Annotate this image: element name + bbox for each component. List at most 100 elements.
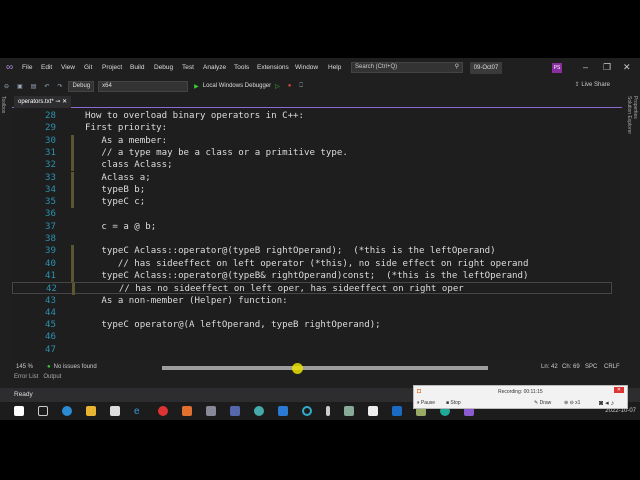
stop-button[interactable]: ■ Stop (446, 400, 461, 406)
code-text: // has sideeffect on left operator (*thi… (85, 258, 529, 269)
live-share-button[interactable]: ⇪ Live Share (575, 81, 610, 88)
menu-extensions[interactable]: Extensions (257, 64, 289, 71)
mail-icon[interactable] (278, 406, 288, 416)
code-line[interactable]: 29 First priority: (12, 122, 612, 134)
tab-output[interactable]: Output (43, 374, 61, 380)
navigate-back-icon[interactable]: ⊖ (4, 83, 9, 90)
file-explorer-icon[interactable] (86, 406, 96, 416)
undo-icon[interactable]: ↶ (44, 83, 49, 90)
line-number: 36 (45, 209, 56, 220)
network-icon[interactable] (230, 406, 240, 416)
code-line[interactable]: 30 As a member: (12, 134, 612, 147)
calculator-icon[interactable] (344, 406, 354, 416)
start-without-debug-icon[interactable]: ▷ (275, 83, 280, 90)
cortana-icon[interactable] (302, 406, 312, 416)
line-number: 34 (45, 184, 56, 195)
properties-tab[interactable]: Properties (632, 96, 638, 366)
chrome-icon[interactable] (158, 406, 168, 416)
code-line[interactable]: 37 c = a @ b; (12, 221, 612, 233)
menu-test[interactable]: Test (182, 64, 194, 71)
camera-icon[interactable] (206, 406, 216, 416)
menu-build[interactable]: Build (130, 64, 144, 71)
configuration-dropdown[interactable]: Debug (68, 80, 95, 92)
ie-icon[interactable]: e (134, 406, 144, 417)
bookmark-icon[interactable]: ⎕ (299, 83, 303, 90)
draw-button[interactable]: ✎ Draw (534, 400, 551, 406)
menu-window[interactable]: Window (295, 64, 318, 71)
code-line[interactable]: 39 typeC Aclass::operator@(typeB rightOp… (12, 245, 612, 258)
vertical-scrollbar[interactable] (612, 108, 622, 361)
menu-git[interactable]: Git (84, 64, 92, 71)
new-item-icon[interactable]: ▣ (17, 83, 23, 90)
save-icon[interactable]: ▤ (31, 83, 37, 90)
line-number: 35 (45, 197, 56, 208)
pause-button[interactable]: ⏸ Pause (417, 400, 435, 406)
visual-studio-window: ∞ File Edit View Git Project Build Debug… (0, 58, 640, 402)
line-number: 37 (45, 221, 56, 232)
toolbox-tab[interactable]: Toolbox (0, 96, 6, 113)
whitespace-mode[interactable]: SPC (585, 364, 597, 370)
close-icon[interactable]: ✕ (623, 62, 631, 73)
globe-icon[interactable] (254, 406, 264, 416)
tab-close-icon[interactable]: ✕ (62, 99, 67, 105)
code-line[interactable]: 36 (12, 208, 612, 220)
local-windows-debugger-button[interactable]: Local Windows Debugger (203, 83, 271, 89)
menu-file[interactable]: File (22, 64, 32, 71)
microphone-icon[interactable] (326, 406, 330, 416)
notepad-icon[interactable] (368, 406, 378, 416)
stop-label: Stop (450, 400, 461, 406)
code-line[interactable]: 42 // has no sideeffect on left oper, ha… (12, 282, 612, 296)
start-icon[interactable] (14, 406, 24, 416)
store-icon[interactable] (110, 406, 120, 416)
hot-reload-icon[interactable]: ● (288, 83, 292, 89)
menu-project[interactable]: Project (102, 64, 122, 71)
code-line[interactable]: 41 typeC Aclass::operator@(typeB& rightO… (12, 269, 612, 283)
bottom-tabs: Error List Output (14, 374, 61, 380)
zoom-level[interactable]: 145 % (16, 364, 33, 370)
restore-icon[interactable]: ❐ (603, 62, 611, 73)
code-line[interactable]: 34 typeB b; (12, 183, 612, 197)
tab-operators-txt[interactable]: operators.txt* ⊸ ✕ (14, 96, 72, 108)
horizontal-scrollbar-thumb[interactable] (162, 366, 488, 370)
minimize-icon[interactable]: – (583, 62, 588, 72)
recorder-app-icon[interactable] (182, 406, 192, 416)
code-text: typeC operator@(A leftOperand, typeB rig… (85, 320, 381, 331)
menu-view[interactable]: View (61, 64, 75, 71)
code-line[interactable]: 33 Aclass a; (12, 171, 612, 184)
edge-icon[interactable] (62, 406, 72, 416)
redo-icon[interactable]: ↷ (57, 83, 62, 90)
task-view-icon[interactable] (38, 406, 48, 416)
platform-dropdown[interactable]: x64 (98, 80, 189, 92)
line-number: 46 (45, 332, 56, 343)
code-line[interactable]: 45 typeC operator@(A leftOperand, typeB … (12, 319, 612, 331)
pin-icon[interactable]: ⊸ (55, 99, 60, 105)
outlook-icon[interactable] (392, 406, 402, 416)
menu-debug[interactable]: Debug (154, 64, 173, 71)
code-line[interactable]: 32 class Aclass; (12, 159, 612, 172)
start-debug-icon[interactable]: ▶ (194, 83, 199, 90)
recorder-close-icon[interactable]: ✕ (613, 387, 624, 393)
column-number: Ch: 69 (562, 364, 580, 370)
menu-help[interactable]: Help (328, 64, 341, 71)
zoom-control[interactable]: ⊕ ⊖ x1 (564, 400, 580, 406)
code-text: typeC c; (85, 197, 146, 208)
tab-error-list[interactable]: Error List (14, 374, 38, 380)
line-ending[interactable]: CRLF (604, 364, 620, 370)
audio-controls-icon[interactable]: ◙ ◂ ♪ (599, 399, 614, 407)
code-line[interactable]: 35 typeC c; (12, 196, 612, 209)
issues-status[interactable]: No issues found (54, 364, 97, 370)
menu-analyze[interactable]: Analyze (203, 64, 226, 71)
avatar[interactable]: PS (552, 63, 562, 73)
code-editor[interactable]: 28 How to overload binary operators in C+… (12, 108, 612, 361)
search-box[interactable]: Search (Ctrl+Q) ⚲ (351, 62, 463, 73)
code-line[interactable]: 47 (12, 344, 612, 356)
code-line[interactable]: 43 As a non-member (Helper) function: (12, 295, 612, 307)
code-line[interactable]: 28 How to overload binary operators in C+… (12, 110, 612, 122)
menu-edit[interactable]: Edit (41, 64, 52, 71)
menu-tools[interactable]: Tools (234, 64, 249, 71)
code-line[interactable]: 38 (12, 233, 612, 245)
code-line[interactable]: 40 // has sideeffect on left operator (*… (12, 257, 612, 270)
code-line[interactable]: 31 // a type may be a class or a primiti… (12, 146, 612, 160)
code-line[interactable]: 44 (12, 307, 612, 319)
code-line[interactable]: 46 (12, 331, 612, 343)
